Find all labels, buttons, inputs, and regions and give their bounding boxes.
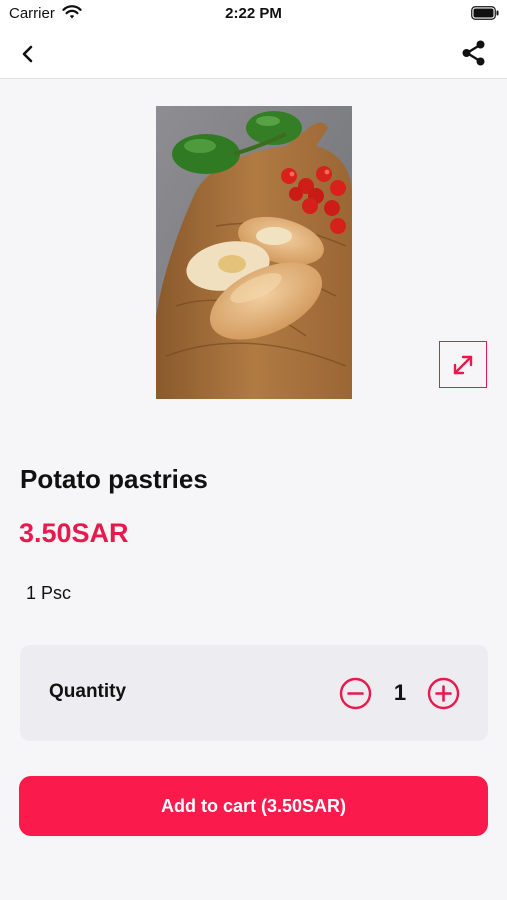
quantity-value: 1 — [393, 680, 407, 705]
share-button[interactable] — [461, 39, 487, 67]
product-unit: 1 Psc — [26, 583, 72, 603]
expand-image-button[interactable] — [439, 341, 487, 388]
clock: 2:22 PM — [225, 5, 282, 22]
chevron-left-icon — [22, 45, 33, 63]
minus-circle-icon — [339, 677, 372, 710]
quantity-label: Quantity — [49, 681, 127, 702]
status-bar: Carrier 2:22 PM — [0, 0, 507, 28]
plus-circle-icon — [427, 677, 460, 710]
increase-quantity-button[interactable] — [427, 677, 460, 710]
quantity-card: Quantity 1 — [20, 645, 488, 741]
add-to-cart-button[interactable]: Add to cart (3.50SAR) — [19, 776, 488, 836]
product-photo — [156, 106, 352, 399]
product-price: 3.50SAR — [19, 518, 129, 548]
battery-icon — [471, 6, 499, 20]
share-icon — [462, 40, 485, 66]
decrease-quantity-button[interactable] — [339, 677, 372, 710]
product-image[interactable] — [156, 106, 352, 399]
product-name: Potato pastries — [20, 464, 208, 494]
nav-bar — [0, 28, 507, 79]
back-button[interactable] — [14, 40, 44, 68]
expand-arrows-icon — [453, 355, 473, 375]
